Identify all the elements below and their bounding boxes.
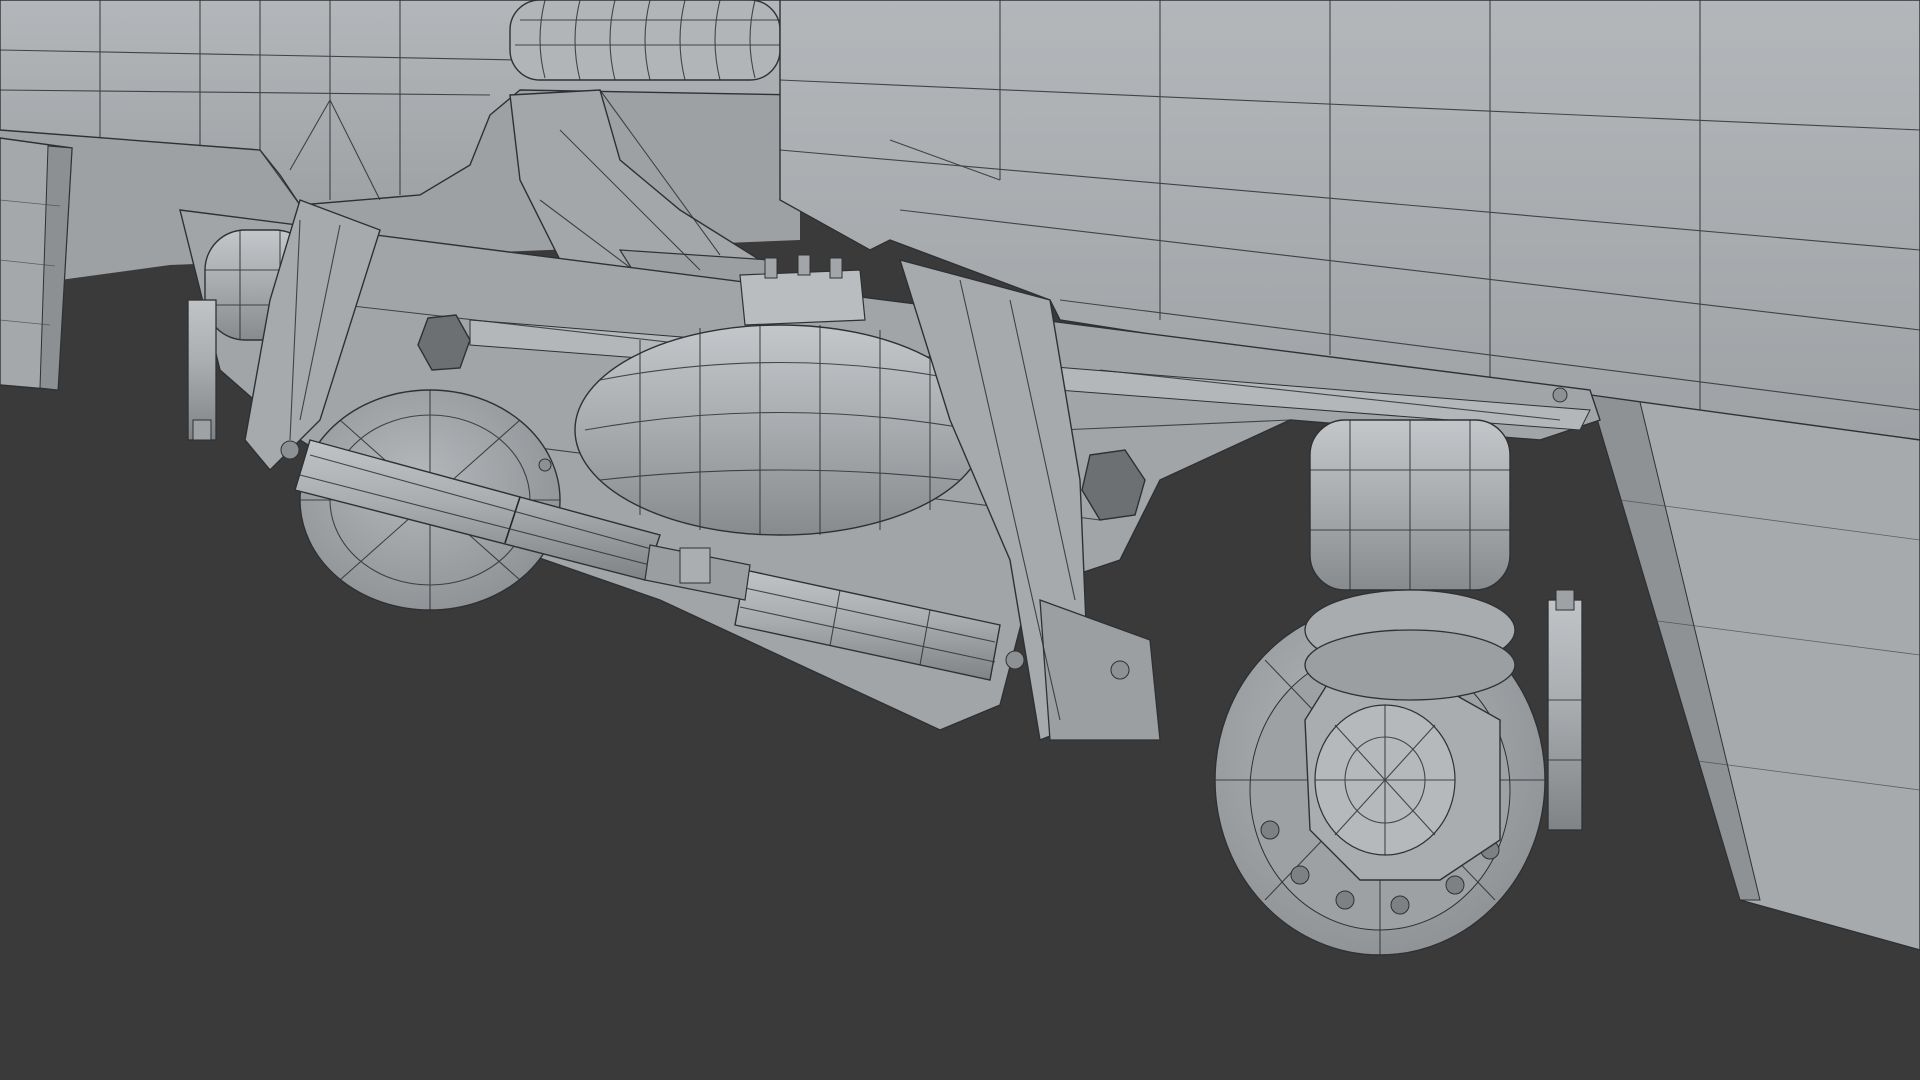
air-spring-front[interactable]: [1304, 419, 1516, 701]
vertical-damper-left[interactable]: [187, 299, 217, 441]
axle-box[interactable]: [1304, 674, 1501, 881]
vertical-damper-right[interactable]: [1547, 589, 1583, 831]
bellows-connector[interactable]: [509, 0, 781, 81]
viewport-render[interactable]: [0, 0, 1920, 1080]
3d-viewport[interactable]: [0, 0, 1920, 1080]
